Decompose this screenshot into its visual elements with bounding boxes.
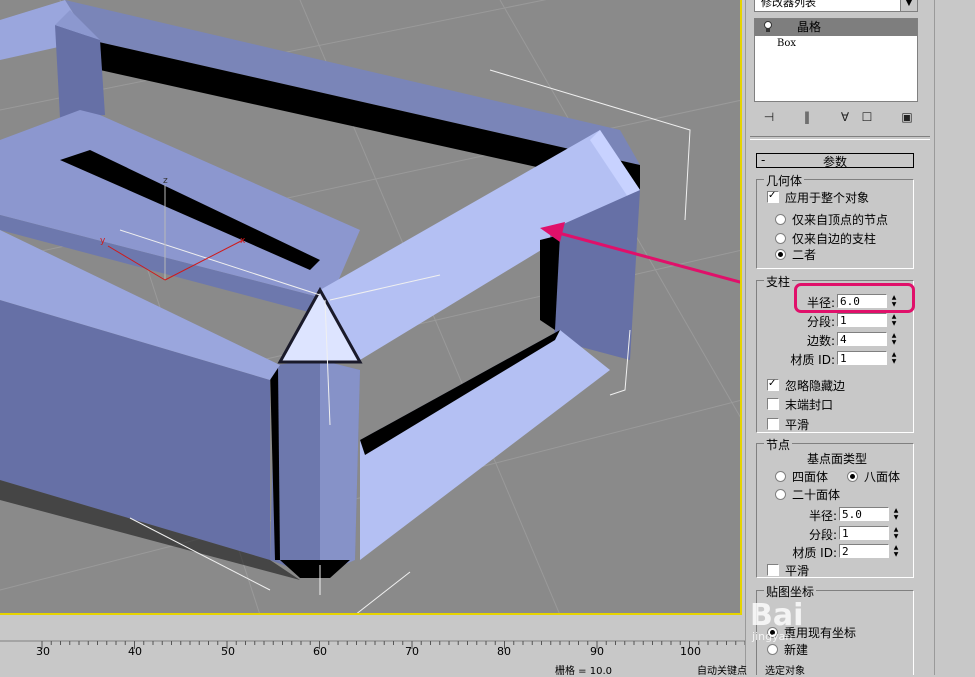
tick-label: 60: [313, 645, 327, 658]
radio-new[interactable]: 新建: [767, 641, 808, 658]
radio-icon[interactable]: [767, 644, 778, 655]
radio-icon[interactable]: [847, 471, 858, 482]
make-unique-icon[interactable]: ∀: [836, 108, 854, 126]
base-type-label: 基点面类型: [807, 452, 868, 466]
radio-label: 八面体: [864, 470, 901, 484]
group-title: 节点: [764, 436, 793, 453]
joint-material-field[interactable]: 2: [839, 544, 889, 558]
strut-sides-field[interactable]: 4: [837, 332, 887, 346]
radio-label: 二者: [792, 248, 817, 262]
radio-octa[interactable]: 八面体: [847, 468, 900, 485]
show-end-result-icon[interactable]: ‖: [798, 108, 816, 126]
radio-label: 仅来自顶点的节点: [792, 213, 889, 227]
radio-icosa[interactable]: 二十面体: [775, 486, 840, 503]
joint-radius-field[interactable]: 5.0: [839, 507, 889, 521]
spinner-label: 材质 ID:: [792, 546, 837, 560]
tick-label: 50: [221, 645, 235, 658]
check-icon[interactable]: [767, 418, 779, 430]
radio-edges[interactable]: 仅来自边的支柱: [775, 230, 876, 247]
radio-tetra[interactable]: 四面体: [775, 468, 828, 485]
ruler-ticks: [0, 640, 746, 649]
spinner-arrows-icon[interactable]: ▲ ▼: [889, 332, 899, 346]
radio-icon[interactable]: [775, 489, 786, 500]
modifier-list-label: 修改器列表: [761, 0, 816, 9]
radio-vertices[interactable]: 仅来自顶点的节点: [775, 211, 888, 228]
chevron-down-icon[interactable]: ▼: [900, 0, 917, 11]
highlight-box: [794, 283, 915, 313]
apply-whole-checkbox[interactable]: 应用于整个对象: [767, 189, 869, 206]
radio-label: 新建: [784, 643, 809, 657]
radio-label: 仅来自边的支柱: [792, 232, 877, 246]
tick-label: 90: [590, 645, 604, 658]
joint-smooth-checkbox[interactable]: 平滑: [767, 562, 809, 579]
spinner-label: 边数:: [806, 334, 835, 348]
spinner-label: 分段:: [808, 528, 837, 542]
check-icon[interactable]: [767, 398, 779, 410]
tick-label: 40: [128, 645, 142, 658]
radio-icon[interactable]: [775, 249, 786, 260]
axis-label-y: y: [100, 236, 106, 246]
spinner-arrows-icon[interactable]: ▲ ▼: [891, 526, 901, 540]
time-ruler[interactable]: 30 40 50 60 70 80 90 100: [0, 623, 746, 663]
axis-label-z: z: [163, 176, 168, 186]
timeline-area: 30 40 50 60 70 80 90 100 栅格 = 10.0 自动关键点…: [0, 615, 805, 677]
watermark-logo: Bai: [750, 598, 804, 633]
end-caps-checkbox[interactable]: 末端封口: [767, 396, 833, 413]
radio-icon[interactable]: [775, 233, 786, 244]
tick-label: 70: [405, 645, 419, 658]
group-joints: 节点 基点面类型 四面体 八面体 二十面体 半径: 5.0 ▲ ▼ 分段: 1 ▲…: [756, 436, 914, 579]
spinner-label: 半径:: [808, 509, 837, 523]
stack-toolbar: ⊣ ‖ ∀ ☐ ▣: [754, 106, 918, 128]
modifier-list-dropdown[interactable]: 修改器列表 ▼: [754, 0, 918, 12]
check-icon[interactable]: [767, 564, 779, 576]
group-title: 支柱: [764, 273, 793, 290]
checkbox-label: 末端封口: [785, 398, 834, 412]
strut-segments-field[interactable]: 1: [837, 313, 887, 327]
status-bar: 栅格 = 10.0 自动关键点 选定对象: [0, 662, 975, 677]
group-title: 几何体: [764, 172, 805, 189]
strut-smooth-checkbox[interactable]: 平滑: [767, 416, 809, 433]
tick-label: 30: [36, 645, 50, 658]
divider: [750, 136, 930, 140]
lightbulb-icon[interactable]: [763, 21, 773, 33]
strut-material-field[interactable]: 1: [837, 351, 887, 365]
stack-item-lattice[interactable]: 晶格: [755, 19, 917, 36]
stack-item-box[interactable]: Box: [755, 36, 917, 51]
checkbox-label: 忽略隐藏边: [785, 379, 846, 393]
rollout-title: 参数: [822, 155, 847, 169]
ignore-hidden-checkbox[interactable]: 忽略隐藏边: [767, 377, 845, 394]
radio-icon[interactable]: [775, 214, 786, 225]
radio-label: 二十面体: [792, 488, 841, 502]
modifier-stack[interactable]: 晶格 Box: [754, 18, 918, 102]
viewport-scene: y x z: [0, 0, 740, 613]
spinner-label: 材质 ID:: [790, 353, 835, 367]
check-icon[interactable]: [767, 379, 779, 391]
spinner-arrows-icon[interactable]: ▲ ▼: [891, 507, 901, 521]
group-geometry: 几何体 应用于整个对象 仅来自顶点的节点 仅来自边的支柱 二者: [756, 172, 914, 269]
radio-label: 四面体: [792, 470, 829, 484]
checkbox-label: 平滑: [785, 418, 810, 432]
check-icon[interactable]: [767, 191, 779, 203]
spinner-label: 分段:: [806, 315, 835, 329]
axis-label-x: x: [240, 236, 246, 246]
spinner-arrows-icon[interactable]: ▲ ▼: [889, 351, 899, 365]
tick-label: 100: [680, 645, 701, 658]
joint-segments-field[interactable]: 1: [839, 526, 889, 540]
radio-icon[interactable]: [775, 471, 786, 482]
spinner-arrows-icon[interactable]: ▲ ▼: [889, 313, 899, 327]
spinner-arrows-icon[interactable]: ▲ ▼: [891, 544, 901, 558]
remove-modifier-icon[interactable]: ☐: [858, 108, 876, 126]
perspective-viewport[interactable]: y x z: [0, 0, 742, 615]
stack-item-label: 晶格: [797, 20, 822, 34]
checkbox-label: 平滑: [785, 564, 810, 578]
configure-sets-icon[interactable]: ▣: [898, 108, 916, 126]
rollout-parameters-header[interactable]: - 参数: [756, 153, 914, 169]
pin-stack-icon[interactable]: ⊣: [760, 108, 778, 126]
watermark-text: jingyan: [752, 630, 793, 643]
checkbox-label: 应用于整个对象: [785, 191, 870, 205]
radio-both[interactable]: 二者: [775, 246, 816, 263]
panel-scrollbar[interactable]: [934, 0, 945, 675]
tick-label: 80: [497, 645, 511, 658]
command-panel: 修改器列表 ▼ 晶格 Box ⊣ ‖ ∀ ☐ ▣ - 参数 几何体 应用于整个对…: [745, 0, 975, 675]
